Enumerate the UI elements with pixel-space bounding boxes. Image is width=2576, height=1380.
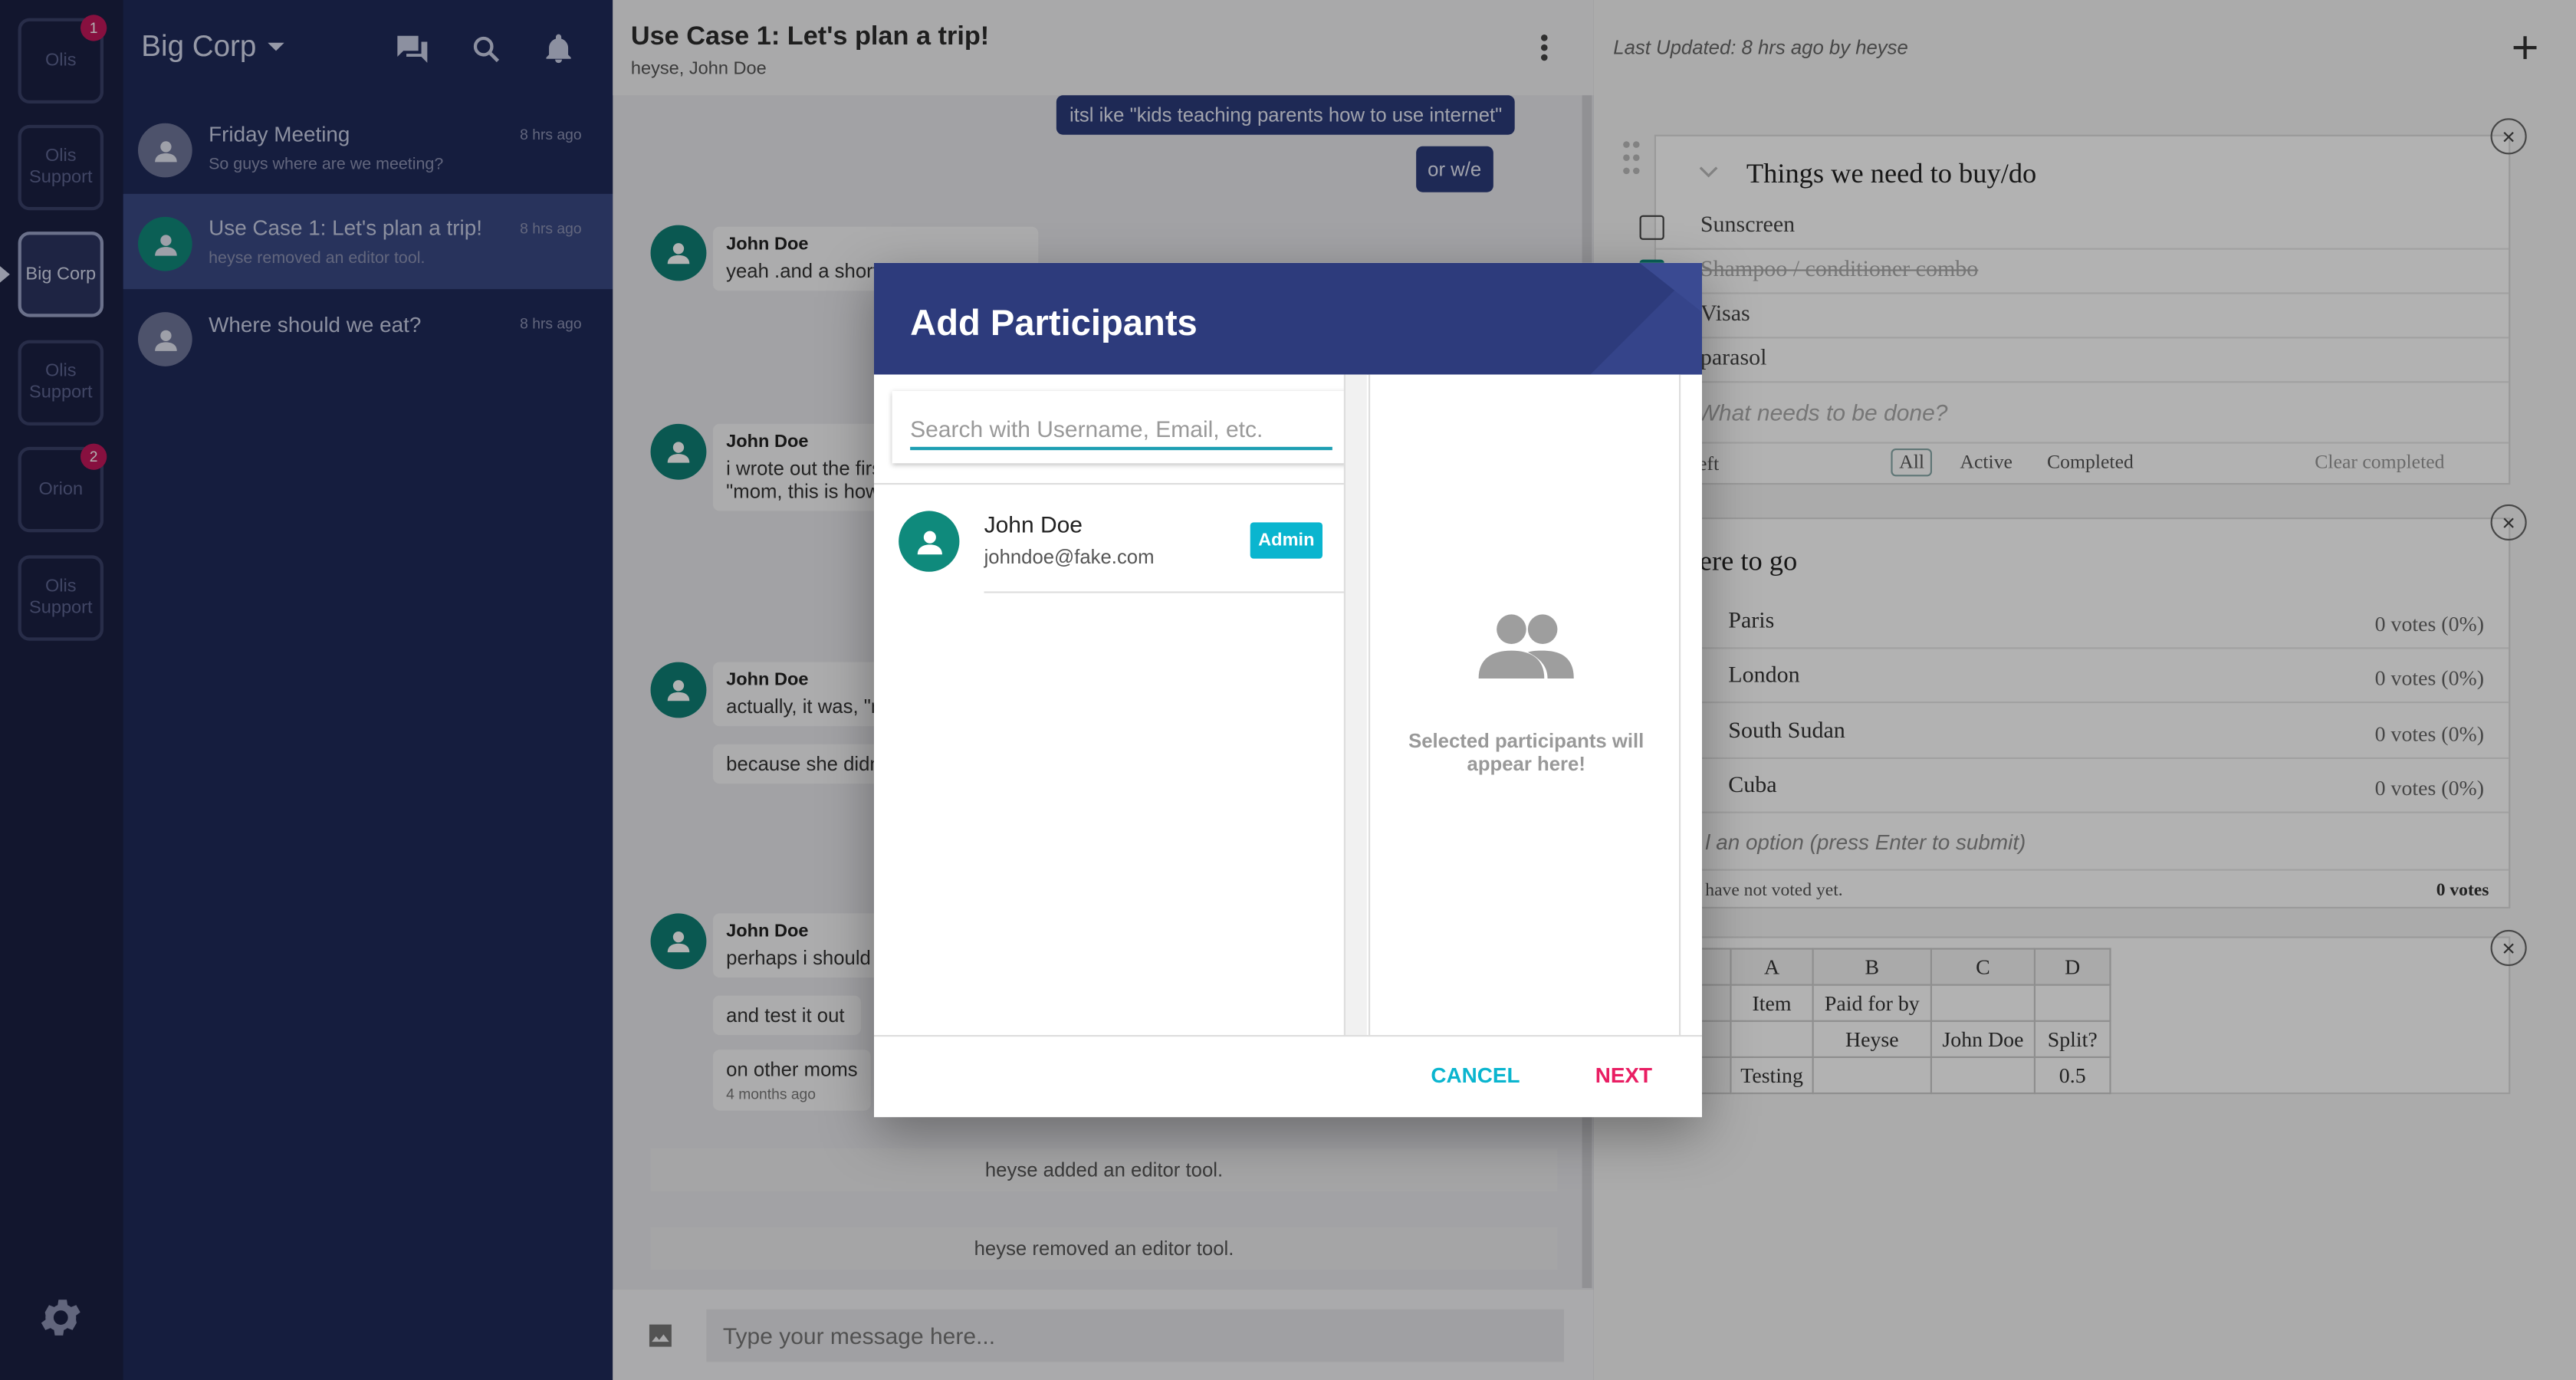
participant-search-input[interactable] [910, 410, 1332, 451]
divider [874, 483, 1348, 485]
selected-participants-pane: Selected participants will appear here! [1368, 374, 1681, 1035]
add-participants-modal: Add Participants John Doe johndoe@fake.c… [874, 262, 1702, 1118]
user-email: johndoe@fake.com [984, 545, 1155, 569]
user-name: John Doe [984, 511, 1083, 537]
user-list-item[interactable]: John Doe johndoe@fake.com Admin [874, 486, 1347, 594]
empty-selection-text: Selected participants will appear here! [1408, 729, 1644, 776]
avatar [899, 511, 960, 572]
list-scrollbar[interactable] [1343, 374, 1367, 1035]
search-box [892, 390, 1354, 464]
modal-title: Add Participants [910, 302, 1198, 343]
next-button[interactable]: NEXT [1595, 1063, 1652, 1087]
modal-footer: CANCEL NEXT [874, 1035, 1702, 1118]
group-people-icon [1478, 613, 1574, 678]
divider [984, 591, 1348, 593]
admin-badge: Admin [1250, 522, 1322, 559]
modal-header: Add Participants [874, 262, 1702, 375]
header-decoration [1590, 262, 1702, 375]
cancel-button[interactable]: CANCEL [1431, 1063, 1520, 1087]
user-search-pane: John Doe johndoe@fake.com Admin [874, 374, 1354, 1035]
